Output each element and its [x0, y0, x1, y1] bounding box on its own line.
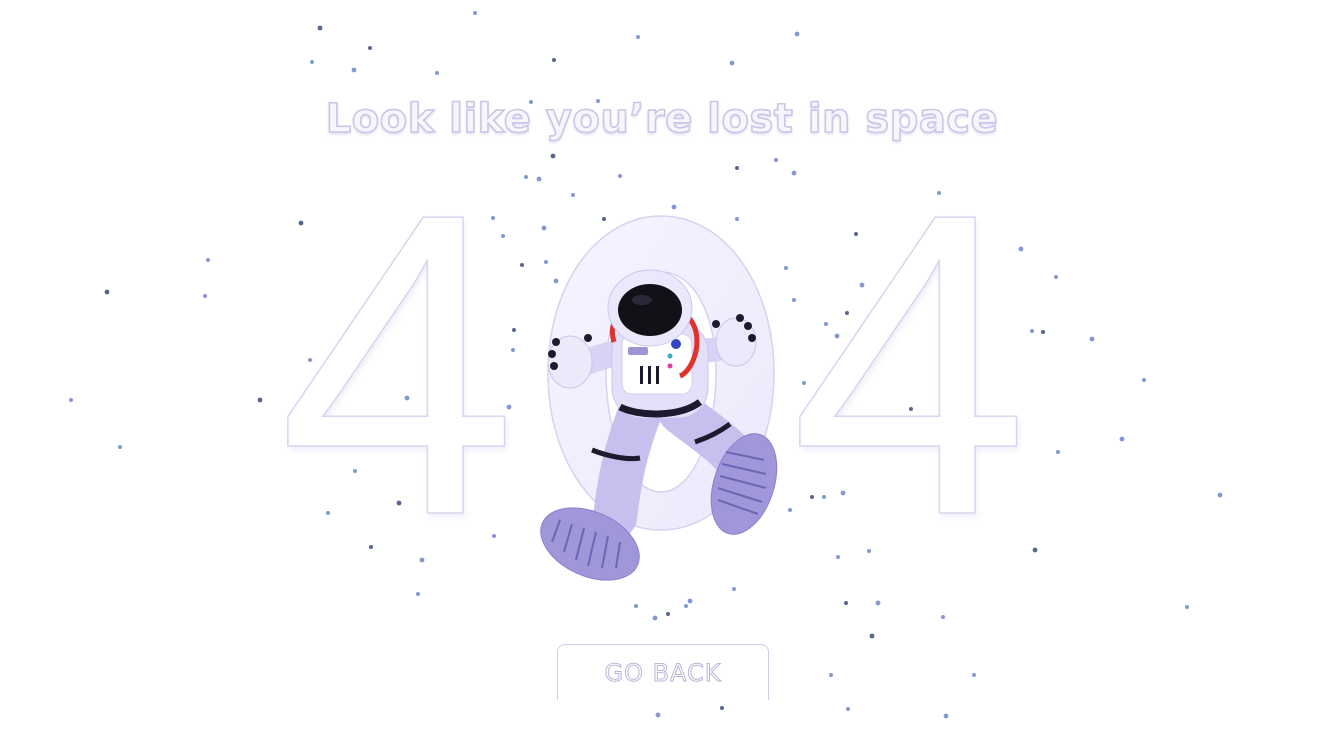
not-found-page: Look like you’re lost in space 4 4 GO BA…: [0, 0, 1324, 754]
star-dot: [671, 204, 677, 210]
star-dot: [1054, 275, 1058, 279]
star-dot: [829, 673, 833, 677]
star-dot: [1030, 329, 1034, 333]
star-dot: [310, 60, 314, 64]
star-dot: [1142, 378, 1146, 382]
star-dot: [618, 174, 622, 178]
star-dot: [720, 706, 724, 710]
star-dot: [317, 25, 323, 31]
star-dot: [943, 713, 949, 719]
star-dot: [552, 58, 556, 62]
star-dot: [550, 153, 556, 159]
star-dot: [571, 193, 575, 197]
star-dot: [435, 71, 439, 75]
star-dot: [636, 35, 640, 39]
star-dot: [1119, 436, 1125, 442]
star-dot: [1032, 547, 1038, 553]
star-dot: [655, 712, 661, 718]
star-dot: [652, 615, 658, 621]
star-dot: [794, 31, 800, 37]
error-digit-right: 4: [789, 125, 1030, 605]
star-dot: [687, 598, 693, 604]
star-dot: [524, 175, 528, 179]
star-dot: [203, 294, 207, 298]
error-digit-left: 4: [277, 125, 518, 605]
star-dot: [206, 258, 210, 262]
star-dot: [735, 166, 739, 170]
star-dot: [257, 397, 263, 403]
star-dot: [536, 176, 542, 182]
star-dot: [846, 707, 850, 711]
star-dot: [1089, 336, 1095, 342]
star-dot: [351, 67, 357, 73]
star-dot: [684, 604, 688, 608]
star-dot: [941, 615, 945, 619]
star-dot: [1185, 605, 1189, 609]
star-dot: [634, 604, 638, 608]
star-dot: [972, 673, 976, 677]
astronaut-icon: [540, 269, 778, 581]
star-dot: [104, 289, 110, 295]
star-dot: [666, 612, 670, 616]
star-dot: [69, 398, 73, 402]
star-dot: [774, 158, 778, 162]
star-dot: [520, 263, 524, 267]
go-back-button[interactable]: GO BACK: [557, 644, 769, 700]
star-dot: [1217, 492, 1223, 498]
star-dot: [1041, 330, 1045, 334]
star-dot: [473, 11, 477, 15]
star-dot: [368, 46, 372, 50]
star-dot: [729, 60, 735, 66]
star-dot: [118, 445, 122, 449]
star-dot: [869, 633, 875, 639]
star-dot: [1056, 450, 1060, 454]
page-title: Look like you’re lost in space: [325, 95, 999, 143]
